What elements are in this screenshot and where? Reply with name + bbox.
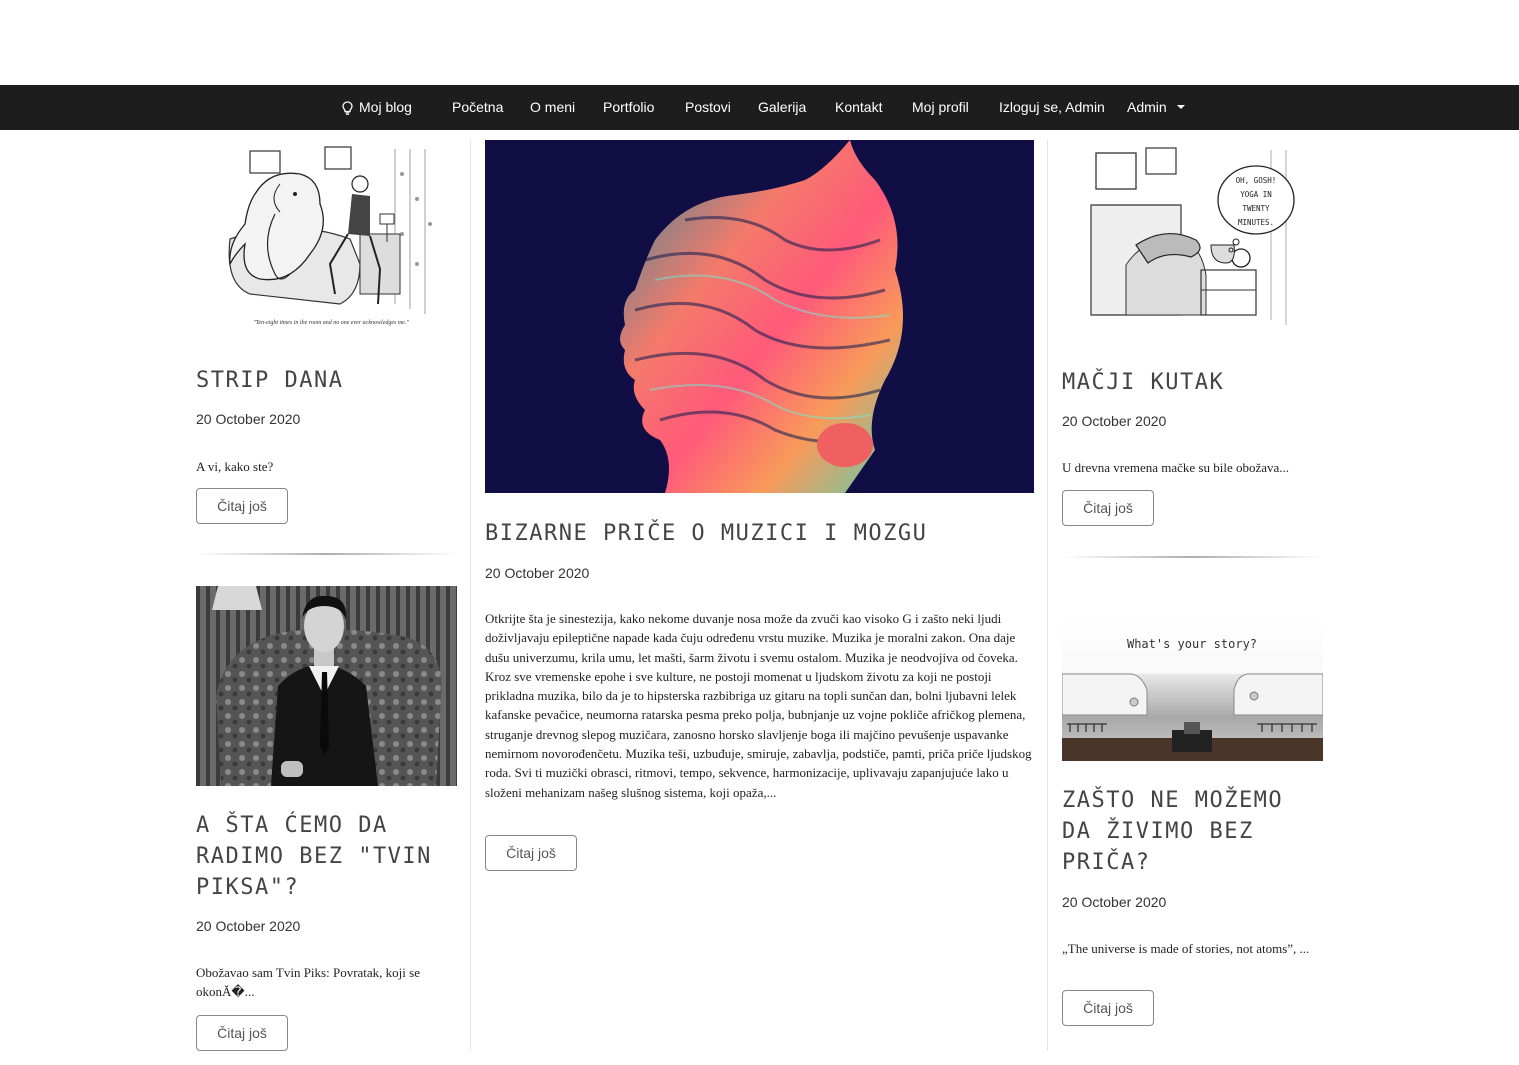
post-excerpt: Otkrijte šta je sinestezija, kako nekome… [485, 611, 1032, 800]
post-title[interactable]: ZAŠTO NE MOŽEMO DA ŽIVIMO BEZ PRIČA? [1062, 785, 1323, 878]
svg-text:MINUTES.: MINUTES. [1238, 218, 1274, 227]
post-date: 20 October 2020 [196, 411, 301, 427]
read-more-button[interactable]: Čitaj još [485, 835, 577, 871]
brand-link[interactable]: Moj blog [342, 85, 412, 130]
svg-text:What's your story?: What's your story? [1127, 637, 1257, 651]
post-separator [1062, 556, 1323, 558]
svg-text:"Ten-eight times in the room a: "Ten-eight times in the room and no one … [253, 320, 409, 326]
post-excerpt: Obožavao sam Tvin Piks: Povratak, koji s… [196, 965, 420, 1000]
post-excerpt: U drevna vremena mačke su bile obožava..… [1062, 460, 1290, 475]
admin-label: Admin [1127, 99, 1167, 115]
nav-gallery[interactable]: Galerija [758, 85, 806, 130]
cartoon-cat-yoga-icon: OH, GOSH! YOGA IN TWENTY MINUTES. [1086, 145, 1298, 335]
post-title[interactable]: MAČJI KUTAK [1062, 367, 1323, 398]
post-image[interactable] [196, 586, 457, 786]
read-more-button[interactable]: Čitaj još [196, 1015, 288, 1051]
post-excerpt: A vi, kako ste? [196, 459, 274, 474]
post-image[interactable]: What's your story? [1062, 620, 1323, 761]
nav-home[interactable]: Početna [452, 85, 503, 130]
post-excerpt: „The universe is made of stories, not at… [1062, 941, 1310, 956]
post-title[interactable]: STRIP DANA [196, 365, 457, 396]
post-date: 20 October 2020 [485, 565, 590, 581]
nav-about[interactable]: O meni [530, 85, 575, 130]
nav-logout[interactable]: Izloguj se, Admin [999, 85, 1105, 130]
post-date: 20 October 2020 [1062, 894, 1167, 910]
post-title[interactable]: A ŠTA ĆEMO DA RADIMO BEZ "TVIN PIKSA"? [196, 810, 457, 903]
nav-profile[interactable]: Moj profil [912, 85, 969, 130]
post-image[interactable] [485, 140, 1034, 493]
nav-posts[interactable]: Postovi [685, 85, 731, 130]
post-image[interactable]: "Ten-eight times in the room and no one … [220, 144, 442, 330]
nav-container: Moj blog Početna O meni Portfolio Postov… [0, 85, 1519, 130]
column-divider-right [1047, 140, 1048, 1051]
post-title[interactable]: BIZARNE PRIČE O MUZICI I MOZGU [485, 518, 1034, 549]
read-more-button[interactable]: Čitaj još [1062, 490, 1154, 526]
post-date: 20 October 2020 [1062, 413, 1167, 429]
abstract-head-profile-icon [485, 140, 1034, 493]
post-separator [196, 553, 457, 555]
read-more-button[interactable]: Čitaj još [196, 488, 288, 524]
nav-contact[interactable]: Kontakt [835, 85, 882, 130]
brand-label: Moj blog [359, 99, 412, 115]
caret-down-icon [1176, 105, 1185, 110]
man-in-suit-photo-icon [196, 586, 457, 786]
nav-admin-dropdown[interactable]: Admin [1127, 85, 1185, 130]
svg-text:TWENTY: TWENTY [1242, 204, 1270, 213]
svg-text:YOGA IN: YOGA IN [1240, 190, 1272, 199]
nav-portfolio[interactable]: Portfolio [603, 85, 654, 130]
typewriter-photo-icon: What's your story? [1062, 620, 1323, 761]
lightbulb-icon [342, 100, 353, 115]
post-image[interactable]: OH, GOSH! YOGA IN TWENTY MINUTES. [1086, 145, 1298, 335]
cartoon-elephant-icon: "Ten-eight times in the room and no one … [220, 144, 442, 330]
svg-text:OH, GOSH!: OH, GOSH! [1236, 176, 1277, 185]
column-divider-left [470, 140, 471, 1051]
read-more-button[interactable]: Čitaj još [1062, 990, 1154, 1026]
top-navbar: Moj blog Početna O meni Portfolio Postov… [0, 85, 1519, 130]
post-date: 20 October 2020 [196, 918, 301, 934]
